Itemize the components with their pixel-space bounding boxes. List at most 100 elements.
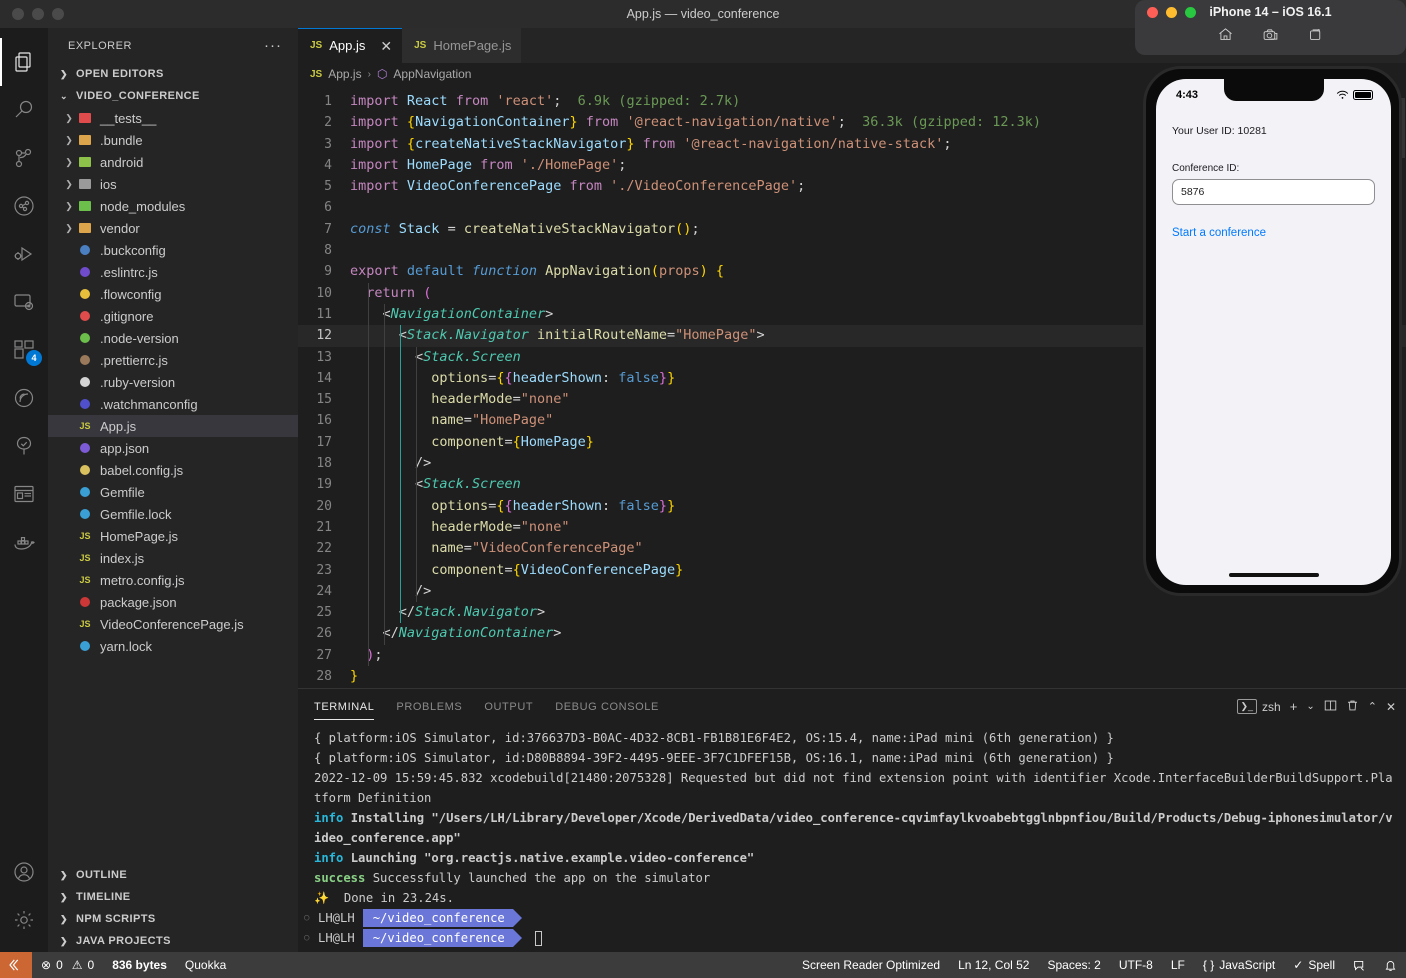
tab-problems[interactable]: PROBLEMS — [396, 689, 462, 724]
activity-item-browser-preview[interactable] — [0, 470, 48, 518]
chevron-right-icon[interactable]: ❯ — [62, 223, 76, 234]
tree-item[interactable]: .buckconfig — [48, 239, 298, 261]
tree-item[interactable]: yarn.lock — [48, 635, 298, 657]
tree-item[interactable]: .ruby-version — [48, 371, 298, 393]
status-notifications-button[interactable] — [1375, 952, 1406, 978]
activity-item-source-control[interactable] — [0, 134, 48, 182]
close-panel-button[interactable]: ✕ — [1386, 700, 1396, 714]
terminal-dropdown-button[interactable]: ⌄ — [1306, 701, 1314, 712]
start-conference-link[interactable]: Start a conference — [1172, 227, 1375, 239]
tree-item[interactable]: .flowconfig — [48, 283, 298, 305]
status-cursor-position[interactable]: Ln 12, Col 52 — [949, 952, 1038, 978]
split-terminal-button[interactable] — [1324, 699, 1337, 715]
tree-item[interactable]: ❯ vendor — [48, 217, 298, 239]
tree-item[interactable]: ❯ ios — [48, 173, 298, 195]
kill-terminal-button[interactable] — [1346, 699, 1359, 715]
tab-terminal[interactable]: TERMINAL — [314, 689, 375, 724]
code-line[interactable]: 25 </Stack.Navigator> — [298, 602, 1406, 623]
explorer-more-actions-button[interactable]: ··· — [264, 37, 282, 54]
status-problems[interactable]: ⊗ 0 ⚠ 0 — [32, 952, 103, 978]
tree-item[interactable]: .eslintrc.js — [48, 261, 298, 283]
sidebar-section-outline[interactable]: ❯ OUTLINE — [48, 864, 298, 886]
terminal-shell-selector[interactable]: ❯_ zsh — [1236, 699, 1281, 714]
new-terminal-button[interactable]: + — [1290, 699, 1298, 714]
conference-id-input[interactable]: 5876 — [1172, 179, 1375, 205]
activity-item-remote-explorer[interactable] — [0, 278, 48, 326]
activity-item-accounts[interactable] — [0, 848, 48, 896]
code-line[interactable]: 27 ); — [298, 645, 1406, 666]
tree-item[interactable]: package.json — [48, 591, 298, 613]
home-icon[interactable] — [1217, 26, 1234, 48]
activity-item-run-and-debug[interactable] — [0, 230, 48, 278]
tab-homepage-js[interactable]: JS HomePage.js — [402, 28, 522, 63]
close-icon[interactable]: ✕ — [380, 39, 392, 53]
activity-item-docker[interactable] — [0, 518, 48, 566]
activity-item-sonarlint[interactable] — [0, 374, 48, 422]
tree-item[interactable]: ❯ __tests__ — [48, 107, 298, 129]
terminal-output[interactable]: { platform:iOS Simulator, id:376637D3-B0… — [298, 724, 1406, 948]
tree-item[interactable]: app.json — [48, 437, 298, 459]
activity-item-explorer[interactable] — [0, 38, 48, 86]
maximize-panel-button[interactable]: ⌃ — [1368, 700, 1377, 713]
chevron-right-icon[interactable]: ❯ — [62, 179, 76, 190]
code-text: component={HomePage} — [431, 433, 594, 450]
tree-item[interactable]: .watchmanconfig — [48, 393, 298, 415]
activity-item-testing[interactable] — [0, 182, 48, 230]
tree-item[interactable]: .node-version — [48, 327, 298, 349]
tab-output[interactable]: OUTPUT — [484, 689, 533, 724]
terminal-prompt[interactable]: ○ LH@LH ~/video_conference — [304, 908, 1394, 928]
record-icon[interactable] — [1307, 26, 1324, 48]
sidebar-section-timeline[interactable]: ❯ TIMELINE — [48, 886, 298, 908]
sidebar-section-npm-scripts[interactable]: ❯ NPM SCRIPTS — [48, 908, 298, 930]
remote-window-icon[interactable] — [0, 952, 32, 978]
sidebar-section-java-projects[interactable]: ❯ JAVA PROJECTS — [48, 930, 298, 952]
activity-item-search[interactable] — [0, 86, 48, 134]
chevron-right-icon[interactable]: ❯ — [62, 135, 76, 146]
tree-item[interactable]: .prettierrc.js — [48, 349, 298, 371]
status-quokka[interactable]: Quokka — [176, 952, 235, 978]
activity-item-settings[interactable] — [0, 896, 48, 944]
tree-item[interactable]: babel.config.js — [48, 459, 298, 481]
status-file-size[interactable]: 836 bytes — [103, 952, 176, 978]
tree-item[interactable]: Gemfile — [48, 481, 298, 503]
tree-item[interactable]: JS App.js — [48, 415, 298, 437]
tree-item[interactable]: ❯ android — [48, 151, 298, 173]
camera-icon[interactable] — [1262, 26, 1279, 48]
sidebar-section-video-conference[interactable]: ⌄ VIDEO_CONFERENCE — [48, 85, 298, 107]
status-encoding[interactable]: UTF-8 — [1110, 952, 1162, 978]
terminal-prompt[interactable]: ○ LH@LH ~/video_conference — [304, 928, 1394, 948]
sidebar-section-open-editors[interactable]: ❯ OPEN EDITORS — [48, 63, 298, 85]
breadcrumb-file[interactable]: App.js — [328, 67, 361, 81]
file-icon — [76, 638, 94, 654]
tree-item[interactable]: ❯ node_modules — [48, 195, 298, 217]
tab-debug-console[interactable]: DEBUG CONSOLE — [555, 689, 659, 724]
status-eol[interactable]: LF — [1162, 952, 1194, 978]
tree-item[interactable]: JS index.js — [48, 547, 298, 569]
file-icon — [76, 286, 94, 302]
code-line[interactable]: 26 </NavigationContainer> — [298, 623, 1406, 644]
activity-item-extensions[interactable]: 4 — [0, 326, 48, 374]
activity-item-test-tree[interactable] — [0, 422, 48, 470]
code-line[interactable]: 28} — [298, 666, 1406, 685]
wifi-icon — [1336, 90, 1349, 99]
status-feedback-button[interactable] — [1344, 952, 1375, 978]
status-screen-reader[interactable]: Screen Reader Optimized — [793, 952, 949, 978]
status-indentation[interactable]: Spaces: 2 — [1038, 952, 1109, 978]
iphone-screen[interactable]: 4:43 Your User ID: 10281 Conference ID: … — [1156, 79, 1391, 585]
chevron-right-icon[interactable]: ❯ — [62, 157, 76, 168]
tree-item[interactable]: ❯ .bundle — [48, 129, 298, 151]
tree-item[interactable]: JS HomePage.js — [48, 525, 298, 547]
tab-app-js[interactable]: JS App.js ✕ — [298, 28, 403, 63]
folder-icon — [76, 154, 94, 170]
file-tree: ❯ __tests__ ❯ .bundle ❯ android ❯ ios ❯ node_modu… — [48, 107, 298, 657]
tree-item[interactable]: JS metro.config.js — [48, 569, 298, 591]
tree-item[interactable]: JS VideoConferencePage.js — [48, 613, 298, 635]
status-language[interactable]: { } JavaScript — [1194, 952, 1284, 978]
tree-item[interactable]: Gemfile.lock — [48, 503, 298, 525]
chevron-right-icon[interactable]: ❯ — [62, 113, 76, 124]
breadcrumb-symbol[interactable]: AppNavigation — [393, 67, 471, 81]
chevron-right-icon[interactable]: ❯ — [62, 201, 76, 212]
line-number: 12 — [316, 328, 332, 344]
status-spell[interactable]: ✓ Spell — [1284, 952, 1344, 978]
tree-item[interactable]: .gitignore — [48, 305, 298, 327]
